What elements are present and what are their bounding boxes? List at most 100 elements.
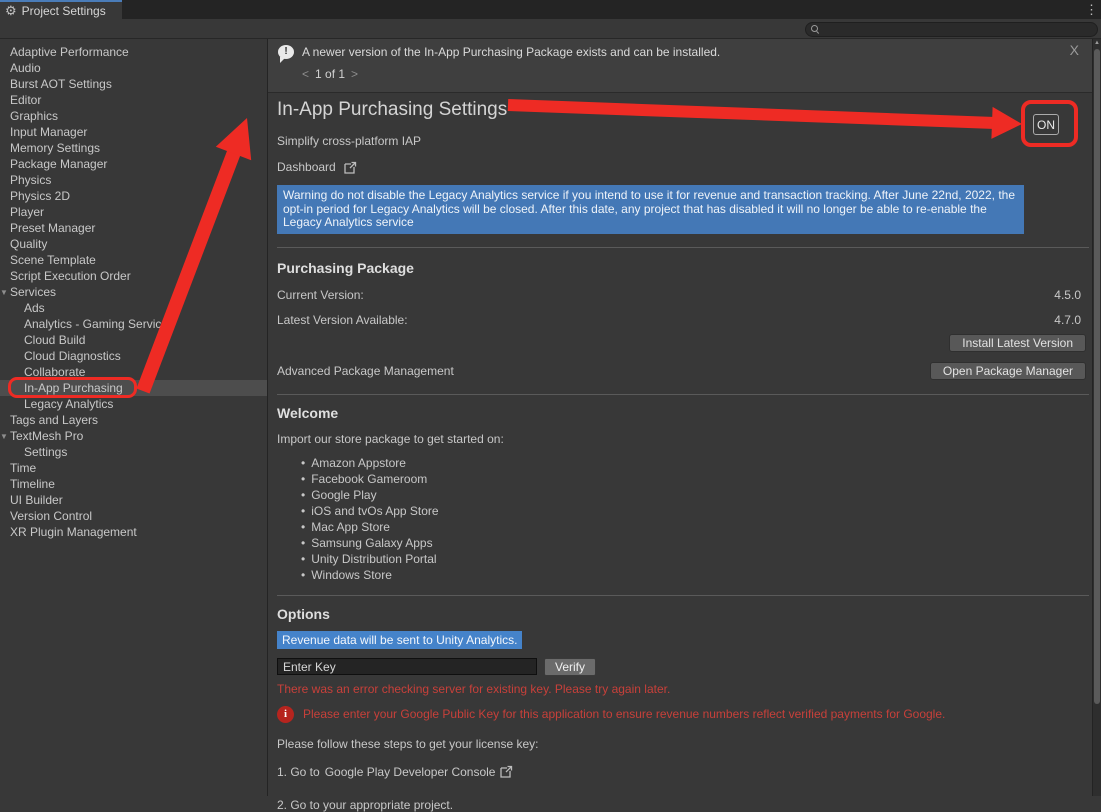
list-item: •iOS and tvOs App Store [301, 503, 1092, 519]
open-package-manager-button[interactable]: Open Package Manager [930, 362, 1086, 380]
pager-next-icon[interactable]: > [351, 67, 358, 81]
section-divider [277, 394, 1089, 395]
scroll-up-icon[interactable]: ▲ [1093, 40, 1101, 46]
store-list: •Amazon Appstore •Facebook Gameroom •Goo… [277, 455, 1092, 583]
current-version-label: Current Version: [277, 288, 364, 302]
step-2-text: 2. Go to your appropriate project. [277, 798, 1092, 812]
advanced-package-label: Advanced Package Management [277, 364, 454, 378]
window-title-bar: ⚙ Project Settings ⋮ [0, 0, 1101, 19]
external-link-icon [344, 161, 357, 174]
settings-sidebar: Adaptive Performance Audio Burst AOT Set… [0, 40, 267, 796]
sidebar-item-textmesh-settings[interactable]: Settings [0, 444, 267, 460]
tab-title: Project Settings [22, 4, 106, 18]
search-icon [811, 25, 820, 34]
sidebar-item-version-control[interactable]: Version Control [0, 508, 267, 524]
legacy-analytics-warning: Warning do not disable the Legacy Analyt… [277, 185, 1024, 234]
gear-icon: ⚙ [5, 4, 17, 17]
sidebar-item-script-execution-order[interactable]: Script Execution Order [0, 268, 267, 284]
enter-key-field[interactable] [277, 658, 537, 675]
key-entry-row: Verify [277, 658, 1092, 676]
bullet-icon: • [301, 472, 305, 486]
sidebar-item-services[interactable]: ▼Services [0, 284, 267, 300]
sidebar-item-timeline[interactable]: Timeline [0, 476, 267, 492]
current-version-row: Current Version: 4.5.0 [277, 286, 1092, 304]
sidebar-item-ads[interactable]: Ads [0, 300, 267, 316]
sidebar-item-cloud-build[interactable]: Cloud Build [0, 332, 267, 348]
latest-version-row: Latest Version Available: 4.7.0 [277, 311, 1092, 329]
sidebar-item-physics-2d[interactable]: Physics 2D [0, 188, 267, 204]
google-play-console-link[interactable]: Google Play Developer Console [325, 765, 496, 779]
settings-content: In-App Purchasing Settings Simplify cros… [268, 93, 1092, 812]
key-check-error-text: There was an error checking server for e… [277, 682, 1092, 696]
list-item: •Amazon Appstore [301, 455, 1092, 471]
sidebar-item-time[interactable]: Time [0, 460, 267, 476]
chevron-down-icon[interactable]: ▼ [0, 429, 10, 445]
page-title: In-App Purchasing Settings [277, 99, 1092, 121]
sidebar-item-input-manager[interactable]: Input Manager [0, 124, 267, 140]
sidebar-item-physics[interactable]: Physics [0, 172, 267, 188]
sidebar-item-adaptive-performance[interactable]: Adaptive Performance [0, 44, 267, 60]
list-item: •Windows Store [301, 567, 1092, 583]
license-steps-intro: Please follow these steps to get your li… [277, 737, 1092, 751]
search-input[interactable] [824, 23, 1097, 36]
close-icon[interactable]: X [1070, 42, 1079, 58]
latest-version-label: Latest Version Available: [277, 313, 408, 327]
welcome-intro: Import our store package to get started … [277, 432, 1092, 446]
install-latest-version-button[interactable]: Install Latest Version [949, 334, 1086, 352]
step-1-prefix: 1. Go to [277, 765, 320, 779]
tab-project-settings[interactable]: ⚙ Project Settings [0, 0, 122, 19]
external-link-icon[interactable] [500, 765, 513, 778]
bullet-icon: • [301, 456, 305, 470]
sidebar-item-audio[interactable]: Audio [0, 60, 267, 76]
notification-bubble-icon: ! [278, 45, 294, 59]
kebab-menu-icon[interactable]: ⋮ [1085, 2, 1097, 18]
page-subtitle: Simplify cross-platform IAP [277, 134, 1092, 148]
chevron-down-icon[interactable]: ▼ [0, 285, 10, 301]
section-divider [277, 595, 1089, 596]
step-1-row: 1. Go to Google Play Developer Console [277, 765, 513, 779]
sidebar-item-burst-aot-settings[interactable]: Burst AOT Settings [0, 76, 267, 92]
dashboard-label: Dashboard [277, 160, 336, 174]
list-item: •Samsung Galaxy Apps [301, 535, 1092, 551]
bullet-icon: • [301, 552, 305, 566]
pager-prev-icon[interactable]: < [302, 67, 309, 81]
bullet-icon: • [301, 488, 305, 502]
sidebar-item-graphics[interactable]: Graphics [0, 108, 267, 124]
sidebar-item-player[interactable]: Player [0, 204, 267, 220]
sidebar-item-memory-settings[interactable]: Memory Settings [0, 140, 267, 156]
bullet-icon: • [301, 536, 305, 550]
sidebar-item-textmesh-pro[interactable]: ▼TextMesh Pro [0, 428, 267, 444]
scrollbar-thumb[interactable] [1094, 49, 1100, 704]
revenue-note-badge: Revenue data will be sent to Unity Analy… [277, 631, 522, 649]
sidebar-item-preset-manager[interactable]: Preset Manager [0, 220, 267, 236]
list-item: •Google Play [301, 487, 1092, 503]
sidebar-item-scene-template[interactable]: Scene Template [0, 252, 267, 268]
bullet-icon: • [301, 504, 305, 518]
bullet-icon: • [301, 568, 305, 582]
vertical-scrollbar[interactable]: ▲ [1092, 39, 1101, 796]
notification-pager: < 1 of 1 > [302, 67, 358, 81]
toolbar [0, 19, 1101, 39]
options-heading: Options [277, 606, 1092, 622]
dashboard-link[interactable]: Dashboard [277, 160, 357, 174]
welcome-heading: Welcome [277, 405, 1092, 421]
google-key-message: Please enter your Google Public Key for … [303, 706, 945, 721]
verify-button[interactable]: Verify [544, 658, 596, 676]
sidebar-item-tags-and-layers[interactable]: Tags and Layers [0, 412, 267, 428]
sidebar-item-ui-builder[interactable]: UI Builder [0, 492, 267, 508]
sidebar-item-package-manager[interactable]: Package Manager [0, 156, 267, 172]
list-item: •Facebook Gameroom [301, 471, 1092, 487]
annotation-box-on-toggle [1021, 100, 1078, 147]
sidebar-item-legacy-analytics[interactable]: Legacy Analytics [0, 396, 267, 412]
sidebar-item-xr-plugin-management[interactable]: XR Plugin Management [0, 524, 267, 540]
list-item: •Unity Distribution Portal [301, 551, 1092, 567]
search-box[interactable] [805, 22, 1098, 37]
sidebar-item-editor[interactable]: Editor [0, 92, 267, 108]
sidebar-item-cloud-diagnostics[interactable]: Cloud Diagnostics [0, 348, 267, 364]
sidebar-item-quality[interactable]: Quality [0, 236, 267, 252]
list-item: •Mac App Store [301, 519, 1092, 535]
current-version-value: 4.5.0 [1054, 286, 1081, 304]
sidebar-item-analytics-gaming-services[interactable]: Analytics - Gaming Services [0, 316, 267, 332]
advanced-package-row: Advanced Package Management Open Package… [277, 362, 1092, 380]
info-icon: i [277, 706, 294, 723]
